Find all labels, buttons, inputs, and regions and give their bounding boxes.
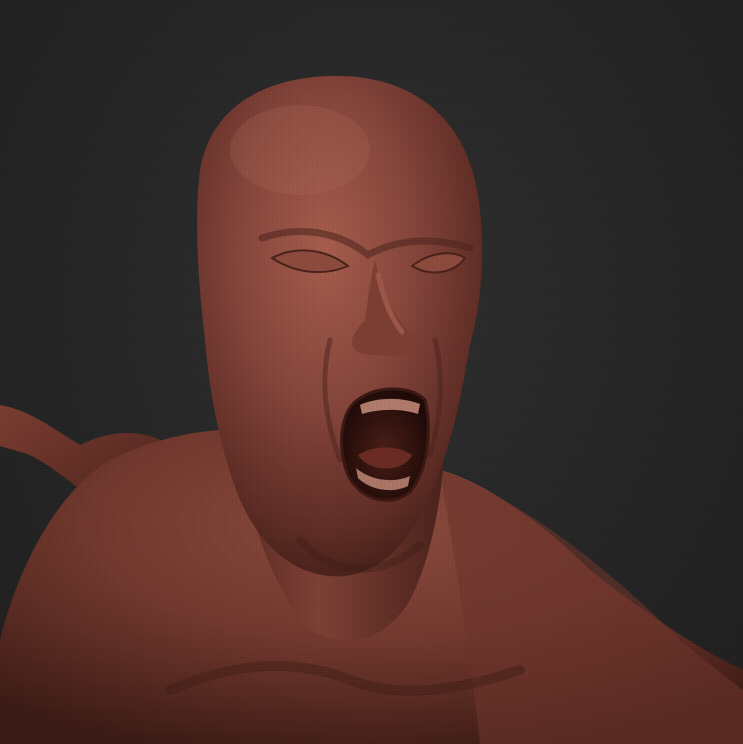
forehead-highlight [230,105,370,195]
clay-sculpt-render [0,75,743,744]
right-shoulder [440,470,743,744]
sculpt-viewport[interactable] [0,0,743,744]
